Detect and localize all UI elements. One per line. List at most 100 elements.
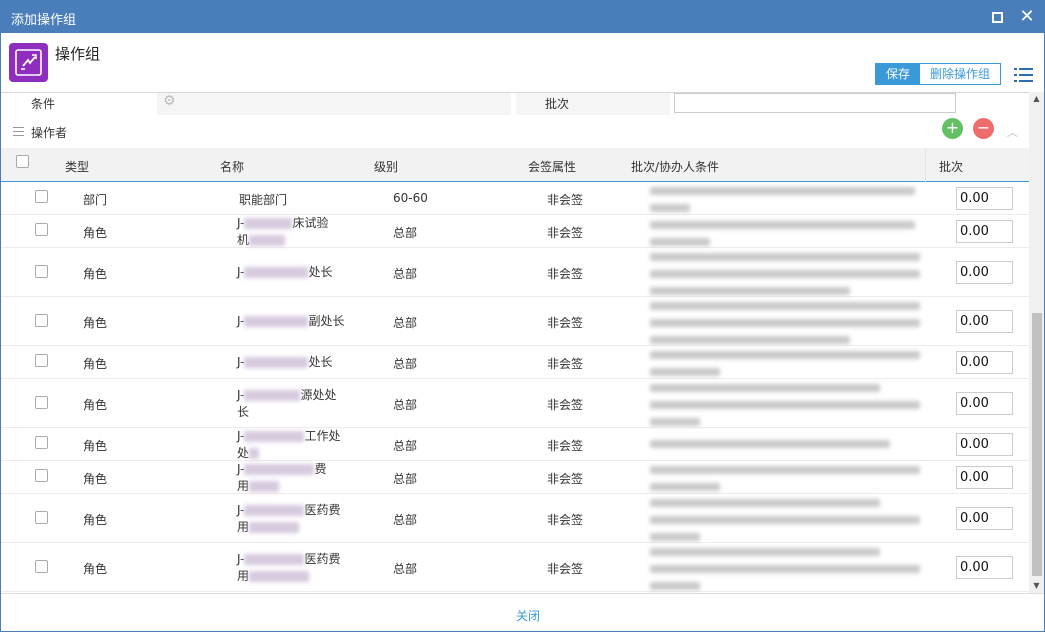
type-cell: 角色	[83, 513, 108, 527]
table-row[interactable]: 角色 J- 医药费用 总部 非会签 0.00	[1, 543, 1029, 592]
table-row[interactable]: 角色 J- 床试验机 总部 非会签 0.00	[1, 215, 1029, 248]
batch-number-input[interactable]: 0.00	[956, 556, 1013, 579]
level-cell: 总部	[393, 226, 418, 240]
dialog-content: 条件 ⚙ 批次 操作者 + − ︿ 类型 名称 级别 会签属性 批次/协办人条件…	[1, 92, 1029, 593]
row-checkbox[interactable]	[35, 314, 48, 327]
scroll-down-icon[interactable]: ▼	[1029, 579, 1044, 593]
table-row[interactable]: 角色 J- 工作处处 总部 非会签 0.00	[1, 428, 1029, 461]
batch-number-input[interactable]: 0.00	[956, 261, 1013, 284]
batch-input[interactable]	[674, 93, 956, 113]
redacted-condition	[650, 440, 920, 457]
condition-field[interactable]	[157, 93, 511, 115]
column-header[interactable]: 批次	[939, 158, 963, 175]
countersign-cell: 非会签	[547, 267, 584, 281]
dialog-header: 操作组 保存 删除操作组	[1, 33, 1044, 91]
column-divider	[925, 148, 926, 182]
type-cell: 角色	[83, 357, 108, 371]
redacted-name	[244, 554, 305, 565]
type-cell: 角色	[83, 267, 108, 281]
countersign-cell: 非会签	[547, 193, 584, 207]
column-header[interactable]: 批次/协办人条件	[631, 158, 719, 175]
level-cell: 60-60	[393, 191, 428, 205]
redacted-name	[244, 464, 315, 475]
table-row[interactable]: 部门 职能部门 60-60 非会签 0.00	[1, 182, 1029, 215]
add-icon[interactable]: +	[942, 118, 963, 139]
remove-icon[interactable]: −	[973, 118, 994, 139]
batch-number-input[interactable]: 0.00	[956, 310, 1013, 333]
batch-number-input[interactable]: 0.00	[956, 507, 1013, 530]
row-checkbox[interactable]	[35, 469, 48, 482]
name-prefix: J-	[237, 429, 245, 443]
row-checkbox[interactable]	[35, 396, 48, 409]
column-header[interactable]: 类型	[65, 158, 89, 175]
type-cell: 角色	[83, 226, 108, 240]
table-row[interactable]: 角色 J- 源处处长 总部 非会签 0.00	[1, 379, 1029, 428]
batch-number-input[interactable]: 0.00	[956, 433, 1013, 456]
batch-label-cell	[516, 93, 670, 115]
name-cell: J- 床试验机	[237, 215, 349, 249]
row-checkbox[interactable]	[35, 354, 48, 367]
level-cell: 总部	[393, 357, 418, 371]
row-checkbox[interactable]	[35, 560, 48, 573]
table-row[interactable]: 角色 J- 医药费用 总部 非会签 0.00	[1, 494, 1029, 543]
row-checkbox[interactable]	[35, 265, 48, 278]
name-suffix: 费	[314, 462, 327, 476]
level-cell: 总部	[393, 316, 418, 330]
countersign-cell: 非会签	[547, 357, 584, 371]
column-header[interactable]: 级别	[374, 158, 398, 175]
name-prefix: J-	[237, 552, 245, 566]
column-header[interactable]: 名称	[220, 158, 244, 175]
batch-number-input[interactable]: 0.00	[956, 187, 1013, 210]
redacted-name	[244, 316, 309, 327]
collapse-icon[interactable]: ︿	[1007, 124, 1018, 140]
batch-number-input[interactable]: 0.00	[956, 220, 1013, 243]
countersign-cell: 非会签	[547, 562, 584, 576]
level-cell: 总部	[393, 513, 418, 527]
row-checkbox[interactable]	[35, 436, 48, 449]
name-prefix: J-	[237, 503, 245, 517]
countersign-cell: 非会签	[547, 513, 584, 527]
row-checkbox[interactable]	[35, 223, 48, 236]
condition-label: 条件	[31, 97, 56, 111]
table-row[interactable]: 角色 J- 副处长 总部 非会签 0.00	[1, 297, 1029, 346]
batch-number-input[interactable]: 0.00	[956, 351, 1013, 374]
table-row[interactable]: 角色 J- 费用 总部 非会签 0.00	[1, 461, 1029, 494]
batch-label: 批次	[545, 97, 570, 111]
dialog-window: 添加操作组 ✕ 操作组 保存 删除操作组 条件 ⚙ 批次 操作者 + − ︿ 类…	[0, 0, 1045, 632]
row-checkbox[interactable]	[35, 511, 48, 524]
redacted-name	[244, 505, 305, 516]
redacted-name	[249, 448, 260, 459]
type-cell: 角色	[83, 439, 108, 453]
page-title: 操作组	[55, 45, 101, 63]
select-all-checkbox[interactable]	[16, 155, 29, 168]
close-icon[interactable]: ✕	[1017, 7, 1037, 27]
countersign-cell: 非会签	[547, 226, 584, 240]
list-menu-icon[interactable]	[1014, 67, 1034, 83]
name-cell: J- 源处处长	[237, 387, 349, 421]
level-cell: 总部	[393, 267, 418, 281]
gear-icon[interactable]: ⚙	[163, 93, 176, 109]
countersign-cell: 非会签	[547, 398, 584, 412]
name-suffix: 工作处	[304, 429, 341, 443]
row-checkbox[interactable]	[35, 190, 48, 203]
redacted-name	[249, 481, 280, 492]
batch-number-input[interactable]: 0.00	[956, 466, 1013, 489]
close-button[interactable]: 关闭	[516, 607, 540, 624]
name-continuation: 用	[237, 479, 250, 493]
table-row[interactable]: 角色 J- 处长 总部 非会签 0.00	[1, 248, 1029, 297]
redacted-name	[244, 431, 305, 442]
batch-number-input[interactable]: 0.00	[956, 392, 1013, 415]
redacted-name	[244, 267, 309, 278]
redacted-name	[244, 390, 301, 401]
name-suffix: 处长	[308, 265, 333, 279]
column-header[interactable]: 会签属性	[528, 158, 576, 175]
save-button[interactable]: 保存	[876, 64, 920, 84]
scrollbar-thumb[interactable]	[1032, 313, 1042, 576]
name-suffix: 医药费	[304, 503, 341, 517]
name-prefix: J-	[237, 314, 245, 328]
table-row[interactable]: 角色 J- 处长 总部 非会签 0.00	[1, 346, 1029, 379]
vertical-scrollbar[interactable]: ▲ ▼	[1029, 92, 1044, 593]
scroll-up-icon[interactable]: ▲	[1029, 92, 1044, 106]
maximize-icon[interactable]	[987, 7, 1007, 27]
delete-group-button[interactable]: 删除操作组	[920, 64, 1000, 84]
